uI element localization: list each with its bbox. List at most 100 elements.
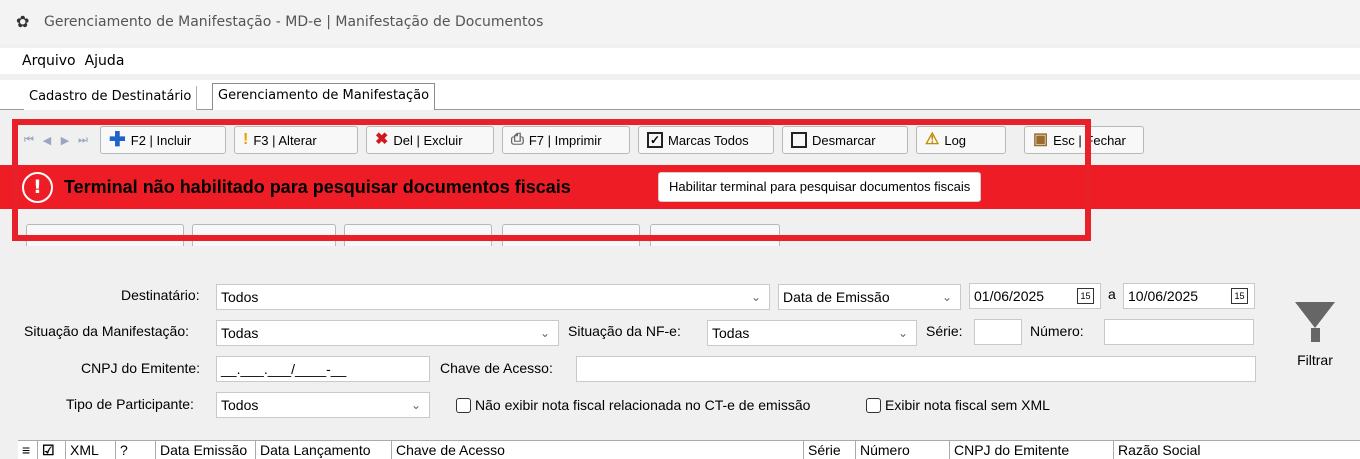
tipo-participante-select[interactable]: Todos ⌄ — [216, 392, 430, 418]
unmark-button-label: Desmarcar — [812, 132, 876, 148]
destinatario-value: Todos — [221, 289, 259, 305]
calendar-icon[interactable]: 15 — [1231, 288, 1248, 304]
printer-icon: ⎙ — [511, 131, 524, 148]
situacao-nfe-label: Situação da NF-e: — [568, 323, 681, 339]
chave-label: Chave de Acesso: — [440, 360, 553, 376]
funnel-icon — [1295, 302, 1335, 328]
chk-nao-exibir-cte[interactable]: Não exibir nota fiscal relacionada no CT… — [456, 397, 810, 413]
filter-area: Destinatário: Todos ⌄ Data de Emissão ⌄ … — [0, 270, 1360, 420]
select-all-checkbox-icon[interactable]: ☑ — [38, 441, 66, 459]
tipo-participante-label: Tipo de Participante: — [66, 396, 194, 412]
alert-banner: ! Terminal não habilitado para pesquisar… — [0, 165, 1360, 209]
chevron-down-icon: ⌄ — [897, 326, 908, 340]
danfe-button[interactable] — [192, 224, 336, 246]
alert-message: Terminal não habilitado para pesquisar d… — [64, 176, 571, 197]
status-button[interactable] — [344, 224, 492, 246]
col-xml[interactable]: XML — [66, 441, 116, 459]
edit-button[interactable]: ! F3 | Alterar — [234, 126, 358, 154]
col-data-lancamento[interactable]: Data Lançamento — [256, 441, 392, 459]
next-record-icon[interactable]: ▶ — [56, 134, 74, 147]
col-numero[interactable]: Número — [856, 441, 950, 459]
print-button[interactable]: ⎙ F7 | Imprimir — [502, 126, 630, 154]
tab-strip: Cadastro de Destinatário Gerenciamento d… — [0, 80, 1360, 111]
brazil-logo-icon: ✿ — [16, 12, 30, 31]
destinatario-select[interactable]: Todos ⌄ — [216, 284, 770, 310]
more-button[interactable] — [502, 224, 640, 246]
chk-sem-xml[interactable]: Exibir nota fiscal sem XML — [866, 397, 1050, 413]
log-button[interactable]: ⚠ Log — [916, 126, 1006, 154]
checkbox-empty-icon — [866, 397, 881, 413]
col-data-emissao[interactable]: Data Emissão — [156, 441, 256, 459]
prev-record-icon[interactable]: ◀ — [38, 134, 56, 147]
date-to-field[interactable]: 10/06/2025 15 — [1123, 283, 1255, 309]
first-record-icon[interactable]: ⏮ — [20, 133, 38, 147]
menu-arquivo[interactable]: Arquivo — [22, 53, 76, 69]
plus-icon: ✚ — [109, 129, 126, 151]
cnpj-input[interactable]: __.___.___/____-__ — [216, 356, 430, 382]
delete-button[interactable]: ✖ Del | Excluir — [366, 126, 494, 154]
chevron-down-icon: ⌄ — [750, 290, 761, 304]
checkbox-empty-icon — [791, 132, 807, 148]
cnpj-label: CNPJ do Emitente: — [81, 360, 201, 376]
edit-button-label: F3 | Alterar — [253, 132, 317, 148]
serie-input[interactable] — [974, 319, 1022, 345]
mark-all-button-label: Marcas Todos — [668, 132, 749, 148]
enable-terminal-button[interactable]: Habilitar terminal para pesquisar docume… — [658, 172, 982, 202]
include-button-label: F2 | Incluir — [130, 132, 192, 148]
filter-button[interactable]: Filtrar — [1285, 290, 1345, 380]
col-cnpj-emitente[interactable]: CNPJ do Emitente — [950, 441, 1114, 459]
situacao-nfe-select[interactable]: Todas ⌄ — [707, 320, 917, 346]
col-razao-social[interactable]: Razão Social — [1114, 441, 1360, 459]
serie-label: Série: — [926, 323, 963, 339]
exit-door-icon: ▣ — [1033, 131, 1049, 148]
chevron-down-icon: ⌄ — [410, 398, 421, 412]
date-type-select[interactable]: Data de Emissão ⌄ — [778, 284, 961, 310]
close-button[interactable]: ▣ Esc | Fechar — [1024, 126, 1144, 154]
last-record-icon[interactable]: ⏭ — [74, 133, 92, 147]
xml-button[interactable] — [650, 224, 780, 246]
tab-gerenciamento-manifestacao[interactable]: Gerenciamento de Manifestação — [212, 83, 436, 111]
menu-ajuda[interactable]: Ajuda — [85, 53, 125, 69]
situacao-manifestacao-label: Situação da Manifestação: — [24, 323, 189, 339]
date-to-value: 10/06/2025 — [1128, 288, 1199, 304]
checkbox-checked-icon: ✓ — [647, 132, 663, 148]
date-separator: a — [1108, 286, 1116, 302]
toolbar: ⏮ ◀ ▶ ⏭ ✚ F2 | Incluir ! F3 | Alterar ✖ … — [20, 125, 1144, 155]
tab-cadastro-destinatario[interactable]: Cadastro de Destinatário — [24, 86, 198, 110]
main-panel: ⏮ ◀ ▶ ⏭ ✚ F2 | Incluir ! F3 | Alterar ✖ … — [0, 110, 1360, 459]
alert-exclamation-icon: ! — [22, 171, 53, 203]
filter-button-label: Filtrar — [1297, 352, 1333, 368]
log-button-label: Log — [944, 132, 967, 148]
destinatario-label: Destinatário: — [121, 287, 200, 303]
print-button-label: F7 | Imprimir — [528, 132, 602, 148]
checkbox-empty-icon — [456, 397, 471, 413]
col-chave-acesso[interactable]: Chave de Acesso — [392, 441, 804, 459]
date-from-value: 01/06/2025 — [974, 288, 1045, 304]
delete-x-icon: ✖ — [375, 131, 389, 148]
log-warning-icon: ⚠ — [925, 131, 940, 148]
grid-header: ≡ ☑ XML ? Data Emissão Data Lançamento C… — [18, 440, 1360, 459]
chave-input[interactable] — [576, 356, 1256, 382]
chk-nao-exibir-label: Não exibir nota fiscal relacionada no CT… — [475, 397, 811, 413]
situacao-manifestacao-select[interactable]: Todas ⌄ — [216, 320, 559, 346]
situacao-nfe-value: Todas — [712, 325, 750, 341]
chevron-down-icon: ⌄ — [539, 326, 550, 340]
close-button-label: Esc | Fechar — [1053, 132, 1126, 148]
date-type-value: Data de Emissão — [783, 289, 890, 305]
unmark-button[interactable]: Desmarcar — [782, 126, 908, 154]
window-title: Gerenciamento de Manifestação - MD-e | M… — [44, 14, 544, 30]
numero-input[interactable] — [1104, 319, 1254, 345]
chk-sem-xml-label: Exibir nota fiscal sem XML — [885, 397, 1050, 413]
mark-all-button[interactable]: ✓ Marcas Todos — [638, 126, 774, 154]
grid-menu-icon[interactable]: ≡ — [18, 441, 38, 459]
calendar-icon[interactable]: 15 — [1077, 288, 1094, 304]
date-from-field[interactable]: 01/06/2025 15 — [969, 283, 1101, 309]
chevron-down-icon: ⌄ — [941, 290, 952, 304]
col-serie[interactable]: Série — [804, 441, 856, 459]
include-button[interactable]: ✚ F2 | Incluir — [100, 126, 226, 154]
col-question[interactable]: ? — [116, 441, 156, 459]
delete-button-label: Del | Excluir — [393, 132, 463, 148]
exclamation-icon: ! — [243, 131, 249, 148]
situacao-manifestacao-value: Todas — [221, 325, 259, 341]
manifestacao-button[interactable] — [26, 224, 184, 246]
